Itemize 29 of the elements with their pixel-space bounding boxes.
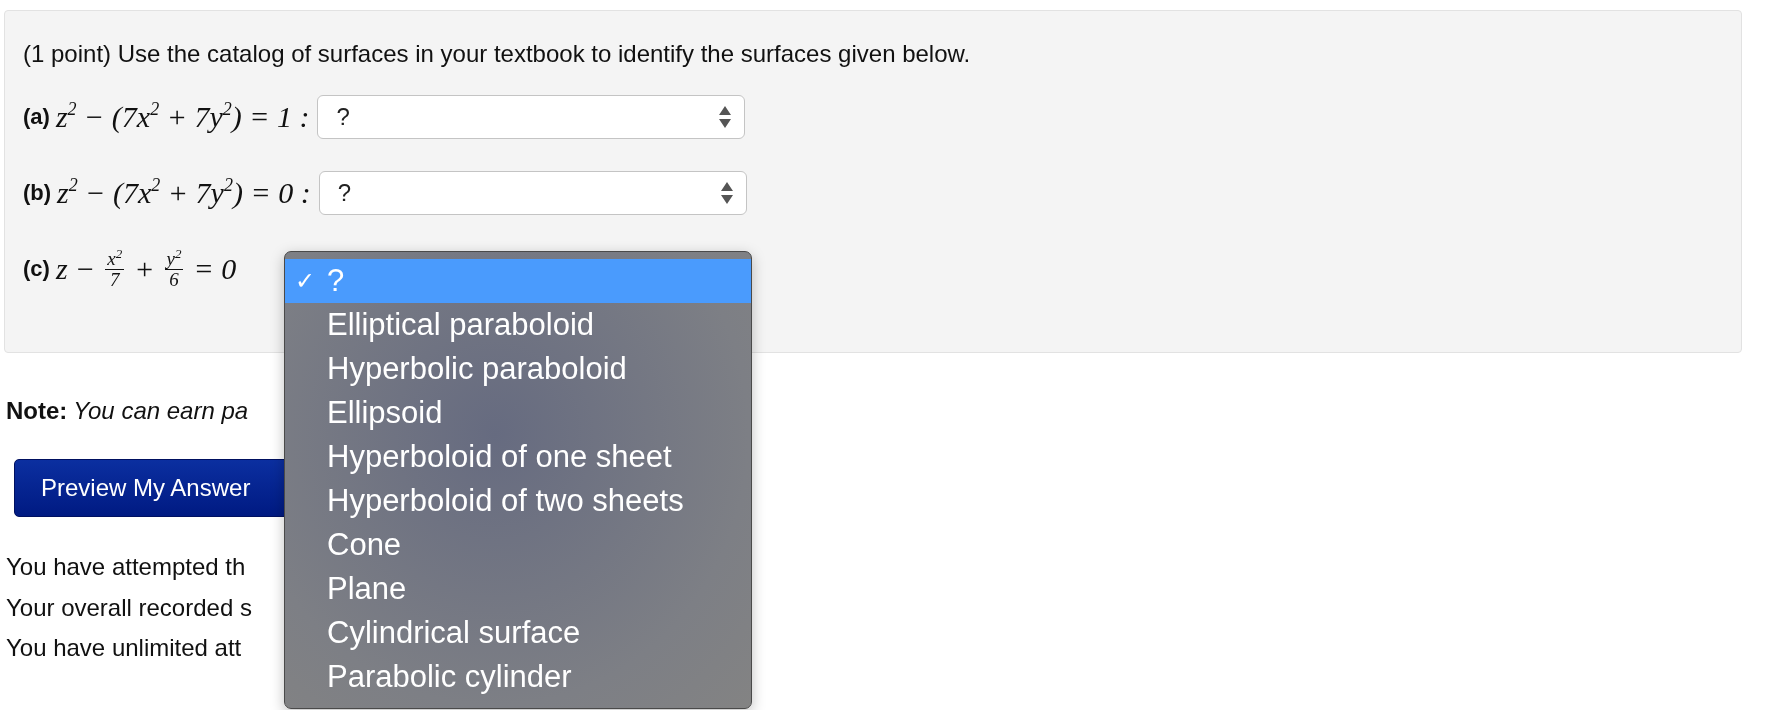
note-label: Note: — [6, 398, 68, 424]
menu-option[interactable]: Cone — [285, 523, 751, 567]
menu-option[interactable]: Elliptical paraboloid — [285, 303, 751, 347]
equation-text: + — [134, 252, 155, 286]
equation-text: z$^{2}$ − (7x$^{2}$ + 7y$^{2}$) = 1 : — [55, 100, 310, 134]
check-icon: ✓ — [295, 267, 315, 295]
menu-option[interactable]: Cylindrical surface — [285, 611, 751, 655]
equation-text: z − — [55, 252, 96, 286]
up-down-arrows-icon — [718, 105, 733, 129]
menu-option[interactable]: Ellipsoid — [285, 391, 751, 435]
menu-option[interactable]: Parabolic cylinder — [285, 655, 751, 699]
part-label: (a) — [23, 104, 50, 130]
status-text: You have unlimited att — [6, 633, 242, 663]
status-text: You have attempted th — [6, 552, 246, 582]
answer-select[interactable]: ? — [318, 171, 747, 215]
menu-option[interactable]: Hyperbolic paraboloid — [285, 347, 751, 391]
part-label: (b) — [23, 180, 52, 206]
status-text: Your overall recorded s — [6, 592, 252, 623]
problem-statement: (1 point) Use the catalog of surfaces in your textbook to identify the surfaces given below. — [23, 41, 972, 67]
note-text: You can earn pa — [73, 398, 249, 424]
part-label: (c) — [23, 256, 50, 282]
fraction: x$^{2}$ 7 — [105, 248, 125, 290]
menu-option[interactable]: Plane — [285, 567, 751, 611]
equation-text: z$^{2}$ − (7x$^{2}$ + 7y$^{2}$) = 0 : — [57, 176, 311, 210]
answer-select[interactable]: ? — [317, 95, 746, 139]
equation-text: = 0 — [193, 252, 237, 286]
menu-option[interactable]: ✓ ? — [285, 259, 751, 303]
up-down-arrows-icon — [719, 181, 734, 205]
fraction: y$^{2}$ 6 — [164, 248, 184, 290]
